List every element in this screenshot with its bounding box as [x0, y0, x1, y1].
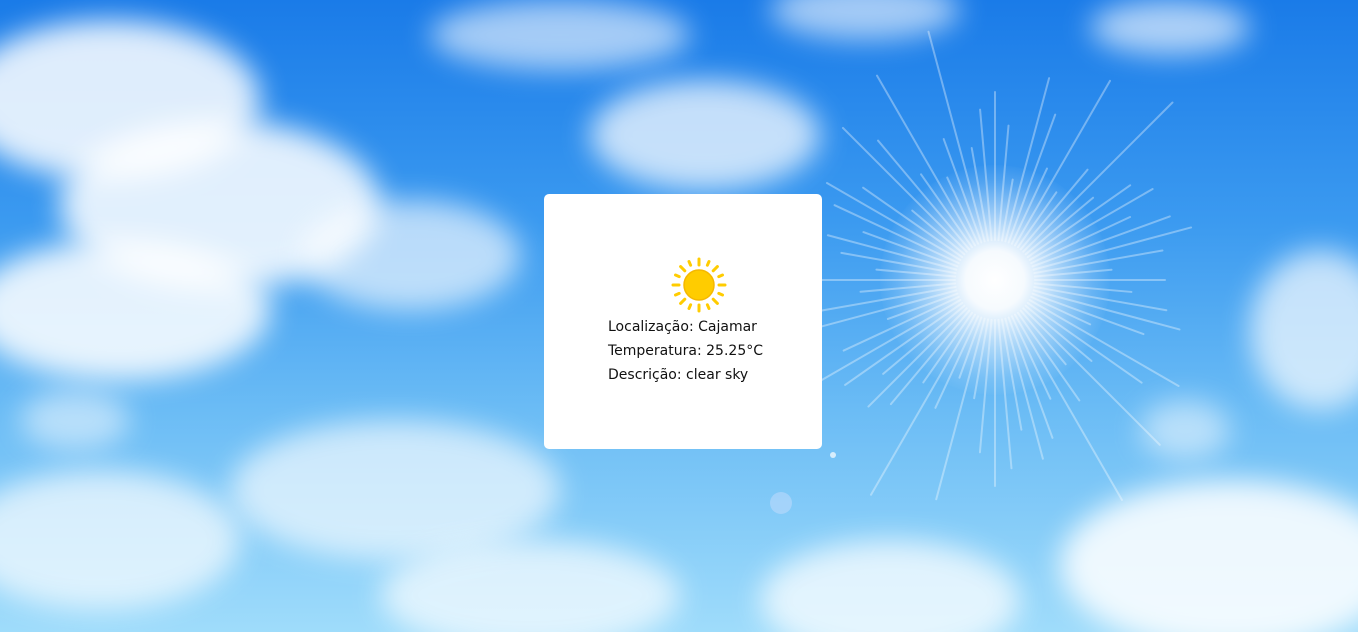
temperature-line: Temperatura: 25.25°C — [608, 339, 763, 363]
sky-background: Localização: Cajamar Temperatura: 25.25°… — [0, 0, 1358, 632]
description-value: clear sky — [686, 367, 749, 383]
weather-info: Localização: Cajamar Temperatura: 25.25°… — [608, 315, 763, 387]
background-sun — [880, 165, 1110, 395]
temperature-label: Temperatura: — [608, 343, 702, 359]
sun-icon — [671, 257, 727, 313]
location-value: Cajamar — [698, 319, 757, 335]
description-line: Descrição: clear sky — [608, 363, 763, 387]
location-line: Localização: Cajamar — [608, 315, 763, 339]
temperature-value: 25.25°C — [706, 343, 763, 359]
lens-flare — [830, 452, 836, 458]
lens-flare — [770, 492, 792, 514]
weather-card: Localização: Cajamar Temperatura: 25.25°… — [544, 194, 822, 449]
location-label: Localização: — [608, 319, 694, 335]
description-label: Descrição: — [608, 367, 682, 383]
